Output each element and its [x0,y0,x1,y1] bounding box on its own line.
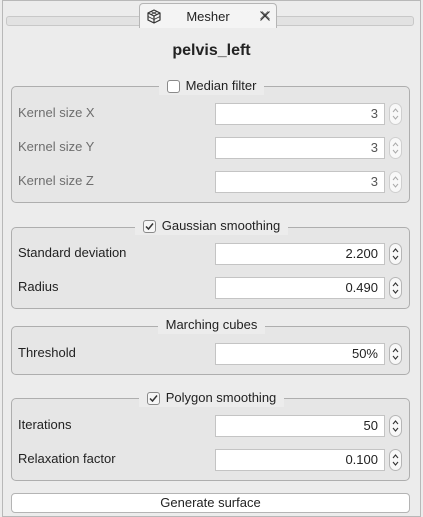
gaussian-smoothing-label: Gaussian smoothing [161,218,281,233]
relaxation-factor-spinner[interactable] [389,449,402,471]
marching-cubes-label: Marching cubes [165,317,258,332]
iterations-spinner[interactable] [389,415,402,437]
kernel-size-z-input[interactable]: 3 [215,171,385,193]
spinner-arrows-icon [392,176,399,188]
standard-deviation-input[interactable]: 2.200 [215,243,385,265]
median-filter-header: Median filter [0,77,423,95]
spinner-arrows-icon [392,142,399,154]
dataset-title: pelvis_left [172,42,251,59]
polygon-smoothing-label: Polygon smoothing [165,390,277,405]
standard-deviation-label: Standard deviation [18,245,127,260]
kernel-size-x-spinner[interactable] [389,103,402,125]
median-filter-checkbox[interactable] [166,79,180,93]
marching-cubes-header: Marching cubes [0,316,423,334]
kernel-size-x-label: Kernel size X [18,105,95,120]
threshold-spinner[interactable] [389,343,402,365]
threshold-input[interactable]: 50% [215,343,385,365]
spinner-arrows-icon [392,248,399,260]
tab-bar: Mesher [0,0,423,30]
kernel-size-z-label: Kernel size Z [18,173,94,188]
tab-label: Mesher [186,9,230,24]
radius-input[interactable]: 0.490 [215,277,385,299]
polygon-smoothing-header: Polygon smoothing [0,389,423,407]
iterations-input[interactable]: 50 [215,415,385,437]
spinner-arrows-icon [392,454,399,466]
relaxation-factor-input[interactable]: 0.100 [215,449,385,471]
threshold-label: Threshold [18,345,76,360]
checkmark-icon [149,394,158,402]
close-icon[interactable] [259,10,271,22]
kernel-size-y-spinner[interactable] [389,137,402,159]
spinner-arrows-icon [392,420,399,432]
median-filter-label: Median filter [185,78,257,93]
spinner-arrows-icon [392,108,399,120]
tab-mesher[interactable]: Mesher [139,3,277,28]
standard-deviation-spinner[interactable] [389,243,402,265]
generate-surface-button[interactable]: Generate surface [11,493,410,513]
radius-label: Radius [18,279,59,294]
radius-spinner[interactable] [389,277,402,299]
kernel-size-x-input[interactable]: 3 [215,103,385,125]
checkmark-icon [145,222,154,230]
kernel-size-y-label: Kernel size Y [18,139,95,154]
spinner-arrows-icon [392,282,399,294]
relaxation-factor-label: Relaxation factor [18,451,116,466]
kernel-size-y-input[interactable]: 3 [215,137,385,159]
polygon-smoothing-checkbox[interactable] [146,391,160,405]
kernel-size-z-spinner[interactable] [389,171,402,193]
spinner-arrows-icon [392,348,399,360]
gaussian-smoothing-checkbox[interactable] [142,219,156,233]
gaussian-smoothing-header: Gaussian smoothing [0,217,423,235]
iterations-label: Iterations [18,417,72,432]
